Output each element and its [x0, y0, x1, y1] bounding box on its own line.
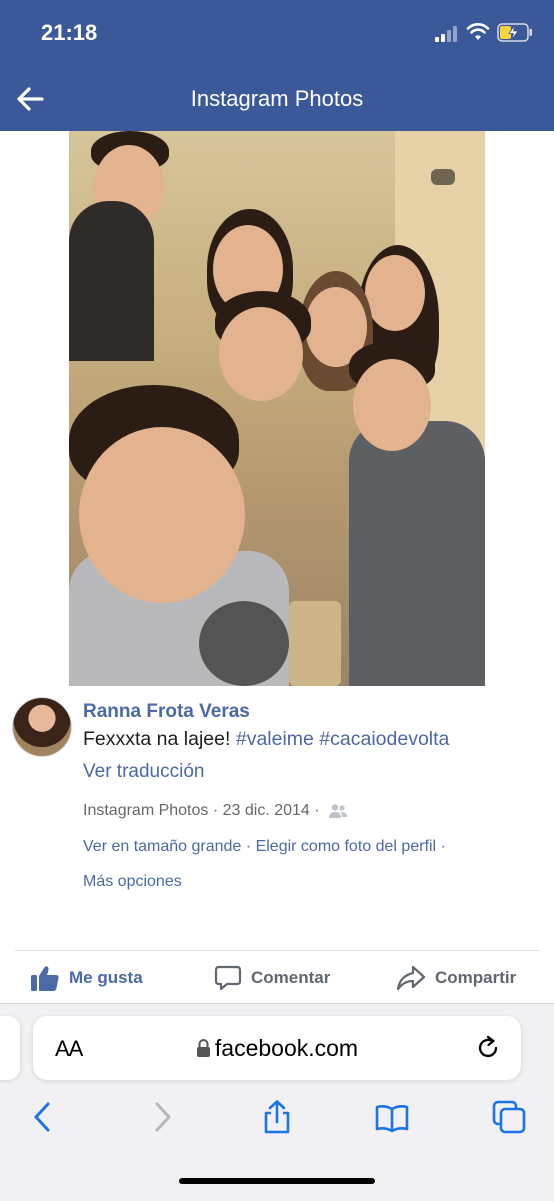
- photo-figure: [79, 427, 245, 603]
- photo-figure: [349, 421, 485, 686]
- like-label: Me gusta: [69, 968, 143, 987]
- chevron-right-icon[interactable]: [145, 1100, 179, 1134]
- signal-icon: [435, 26, 459, 42]
- post-photo[interactable]: [69, 131, 485, 686]
- photo-figure: [365, 255, 425, 331]
- home-indicator[interactable]: [179, 1178, 375, 1184]
- comment-bubble-icon: [214, 965, 242, 991]
- friends-audience-icon: [329, 804, 348, 818]
- like-thumb-icon: [31, 966, 59, 991]
- see-translation-link[interactable]: Ver traducción: [83, 761, 204, 783]
- address-bar[interactable]: AA facebook.com: [33, 1016, 521, 1080]
- post-meta: Instagram Photos · 23 dic. 2014 ·: [83, 802, 348, 820]
- share-box-icon[interactable]: [260, 1100, 294, 1134]
- battery-charging-icon: [497, 23, 532, 42]
- meta-date[interactable]: 23 dic. 2014: [223, 802, 310, 819]
- chevron-left-icon[interactable]: [26, 1100, 60, 1134]
- author-name[interactable]: Ranna Frota Veras: [83, 701, 250, 723]
- top-bar: 21:18 Instagram Photos: [0, 0, 554, 131]
- url-text: facebook.com: [214, 1035, 359, 1061]
- comment-button[interactable]: Comentar: [214, 964, 330, 992]
- photo-bottle: [289, 601, 341, 686]
- shirt-logo: [199, 601, 289, 686]
- page-title: Instagram Photos: [190, 86, 364, 111]
- browser-toolbar: AA facebook.com: [0, 1003, 554, 1201]
- url-display[interactable]: facebook.com: [33, 1035, 521, 1062]
- photo-wall-fixture: [431, 169, 455, 185]
- tabs-icon[interactable]: [492, 1100, 526, 1134]
- photo-figure: [353, 359, 431, 451]
- meta-separator: ·: [208, 802, 223, 819]
- share-label: Compartir: [435, 968, 517, 987]
- photo-figure: [219, 307, 303, 401]
- comment-label: Comentar: [251, 968, 331, 987]
- post-caption: Fexxxta na lajee! #valeime #cacaiodevolt…: [83, 728, 449, 751]
- share-arrow-icon: [396, 965, 426, 991]
- like-button[interactable]: Me gusta: [30, 964, 143, 992]
- wifi-icon: [466, 23, 490, 40]
- make-profile-photo-link[interactable]: Elegir como foto del perfil: [256, 838, 437, 855]
- options-separator: ·: [436, 838, 446, 855]
- caption-text: Fexxxta na lajee!: [83, 728, 231, 750]
- caption-hashtags[interactable]: #valeime #cacaiodevolta: [236, 728, 450, 750]
- previous-tab-preview[interactable]: [0, 1016, 20, 1080]
- lock-icon: [196, 1039, 210, 1057]
- divider: [15, 950, 539, 951]
- meta-source[interactable]: Instagram Photos: [83, 802, 208, 819]
- photo-figure: [69, 201, 154, 361]
- meta-separator: ·: [309, 802, 325, 819]
- status-time: 21:18: [41, 20, 98, 45]
- avatar[interactable]: [12, 697, 72, 757]
- more-options-link[interactable]: Más opciones: [83, 873, 182, 891]
- post-actions: Me gusta Comentar Compartir: [0, 952, 554, 1002]
- share-button[interactable]: Compartir: [396, 964, 516, 992]
- reload-icon[interactable]: [474, 1034, 502, 1062]
- bookmarks-book-icon[interactable]: [375, 1100, 409, 1134]
- options-separator: ·: [241, 838, 256, 855]
- view-full-size-link[interactable]: Ver en tamaño grande: [83, 838, 241, 855]
- photo-options: Ver en tamaño grande · Elegir como foto …: [83, 838, 446, 856]
